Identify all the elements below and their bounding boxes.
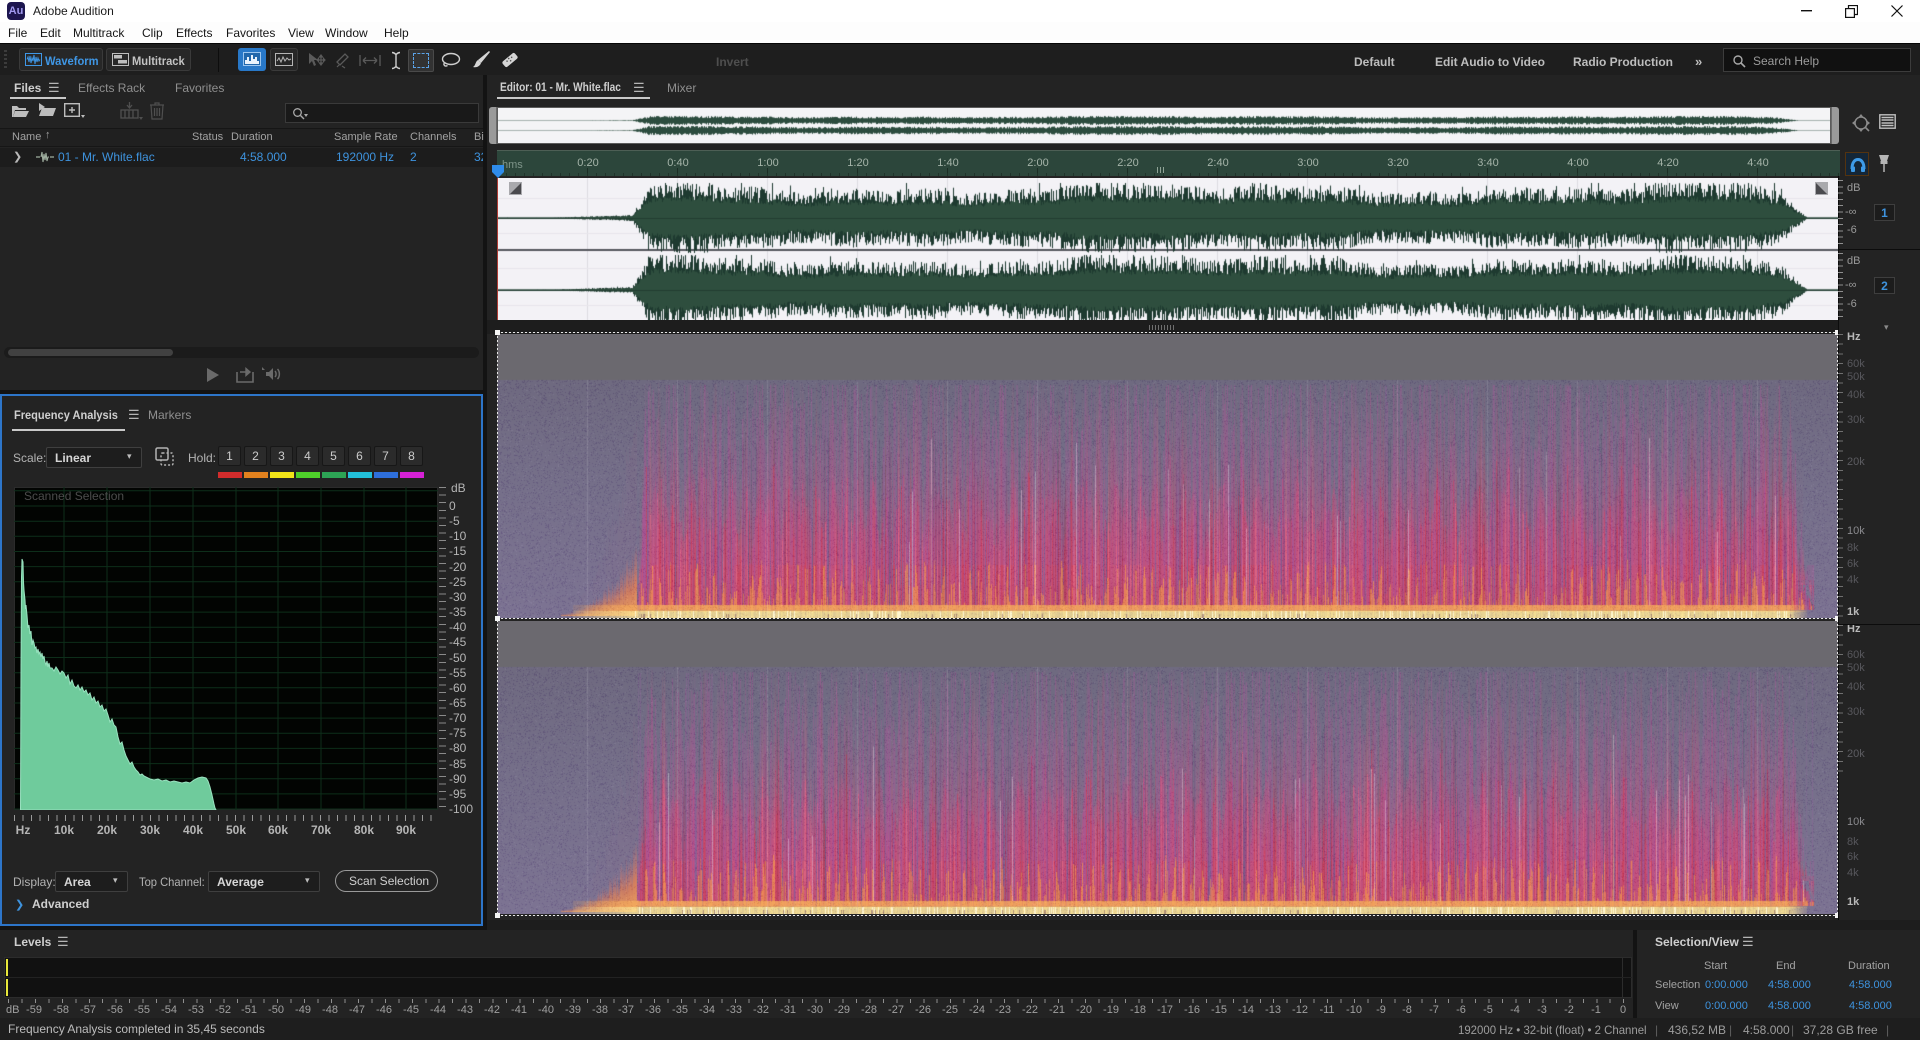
svg-text:Scanned Selection: Scanned Selection <box>24 489 124 503</box>
